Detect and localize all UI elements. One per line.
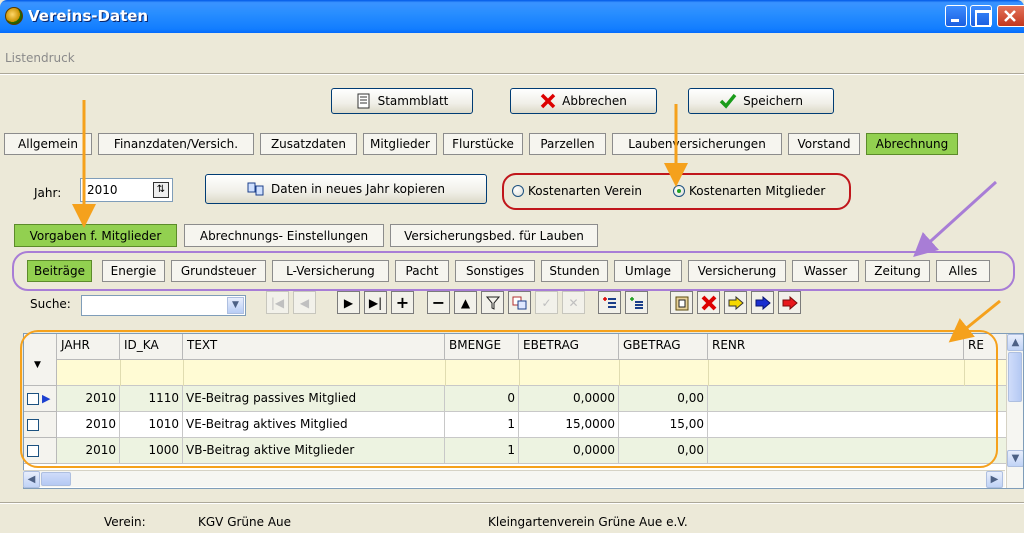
arrow-purple-category (913, 180, 998, 258)
arrow-orange-grid (948, 299, 1001, 343)
annotation-arrows (72, 100, 1001, 343)
